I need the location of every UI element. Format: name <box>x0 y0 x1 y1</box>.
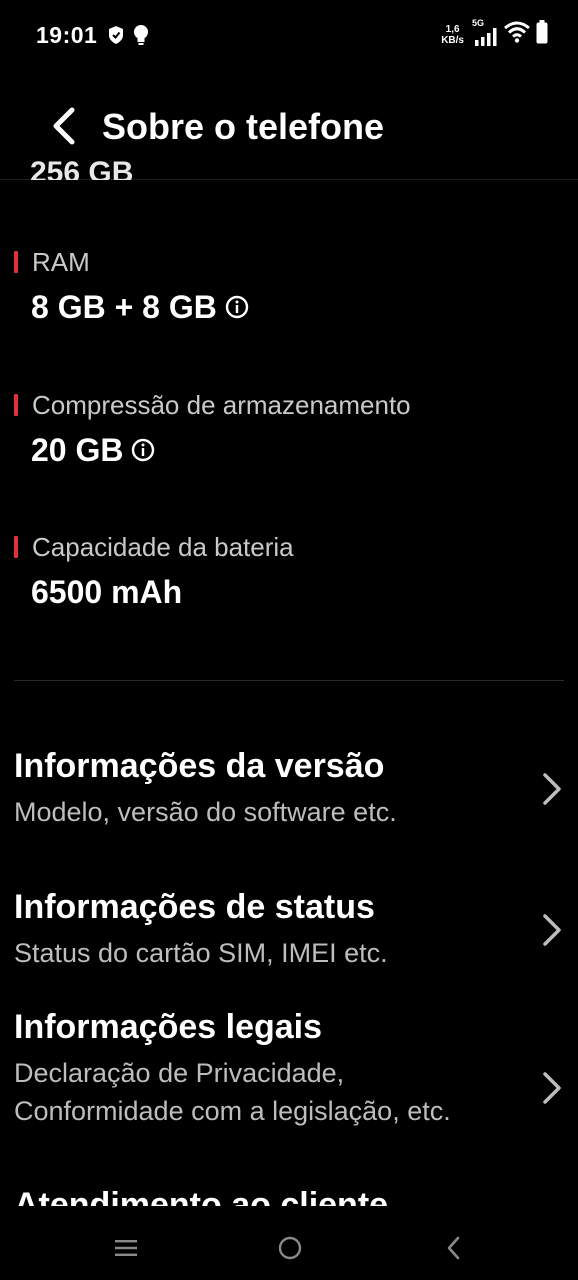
chevron-right-icon <box>540 1070 564 1106</box>
divider <box>14 680 564 681</box>
menu-item-title: Informações legais <box>14 1008 323 1046</box>
chevron-right-icon <box>540 771 564 807</box>
shield-icon <box>108 25 124 50</box>
spec-value: 8 GB + 8 GB <box>31 288 217 325</box>
page-title: Sobre o telefone <box>102 106 385 147</box>
menu-icon[interactable] <box>106 1228 146 1268</box>
menu-item-version-info[interactable]: Informações da versão Modelo, versão do … <box>14 745 570 831</box>
menu-item-title: Informações da versão <box>14 747 385 785</box>
battery-icon <box>536 20 548 49</box>
back-icon[interactable] <box>434 1228 474 1268</box>
menu-item-subtitle: Modelo, versão do software etc. <box>14 797 397 827</box>
info-icon[interactable] <box>131 438 155 462</box>
spec-label: RAM <box>32 246 90 277</box>
bulb-icon <box>132 24 150 51</box>
spec-storage-compression: Compressão de armazenamento 20 GB <box>14 389 554 471</box>
menu-item-status-info[interactable]: Informações de status Status do cartão S… <box>14 886 570 972</box>
net-speed: 1,6 KB/s <box>441 23 464 46</box>
spec-battery: Capacidade da bateria 6500 mAh <box>14 531 554 613</box>
home-icon[interactable] <box>270 1228 310 1268</box>
spec-label: Compressão de armazenamento <box>32 389 411 420</box>
status-bar: 19:01 1,6 KB/s 5G <box>0 0 578 72</box>
chevron-left-icon[interactable] <box>44 104 84 148</box>
accent-marker <box>14 394 18 416</box>
menu-item-subtitle: Status do cartão SIM, IMEI etc. <box>14 938 388 968</box>
wifi-icon <box>504 21 530 48</box>
menu-item-legal-info[interactable]: Informações legais Declaração de Privaci… <box>14 1006 570 1130</box>
status-time: 19:01 <box>36 22 98 48</box>
storage-value-clipped: 256 GB <box>30 156 134 180</box>
spec-value: 6500 mAh <box>31 573 183 610</box>
menu-item-title: Atendimento ao cliente <box>14 1186 389 1206</box>
signal-icon: 5G <box>472 18 498 48</box>
menu-item-title: Informações de status <box>14 888 375 926</box>
navigation-bar <box>0 1206 578 1280</box>
spec-value: 20 GB <box>31 431 124 468</box>
menu-item-subtitle: Declaração de Privacidade, Conformidade … <box>14 1058 451 1126</box>
info-icon[interactable] <box>225 295 249 319</box>
accent-marker <box>14 251 18 273</box>
menu-item-customer-service[interactable]: Atendimento ao cliente <box>14 1184 570 1206</box>
chevron-right-icon <box>540 912 564 948</box>
spec-label: Capacidade da bateria <box>32 531 294 562</box>
accent-marker <box>14 536 18 558</box>
spec-ram: RAM 8 GB + 8 GB <box>14 246 554 328</box>
